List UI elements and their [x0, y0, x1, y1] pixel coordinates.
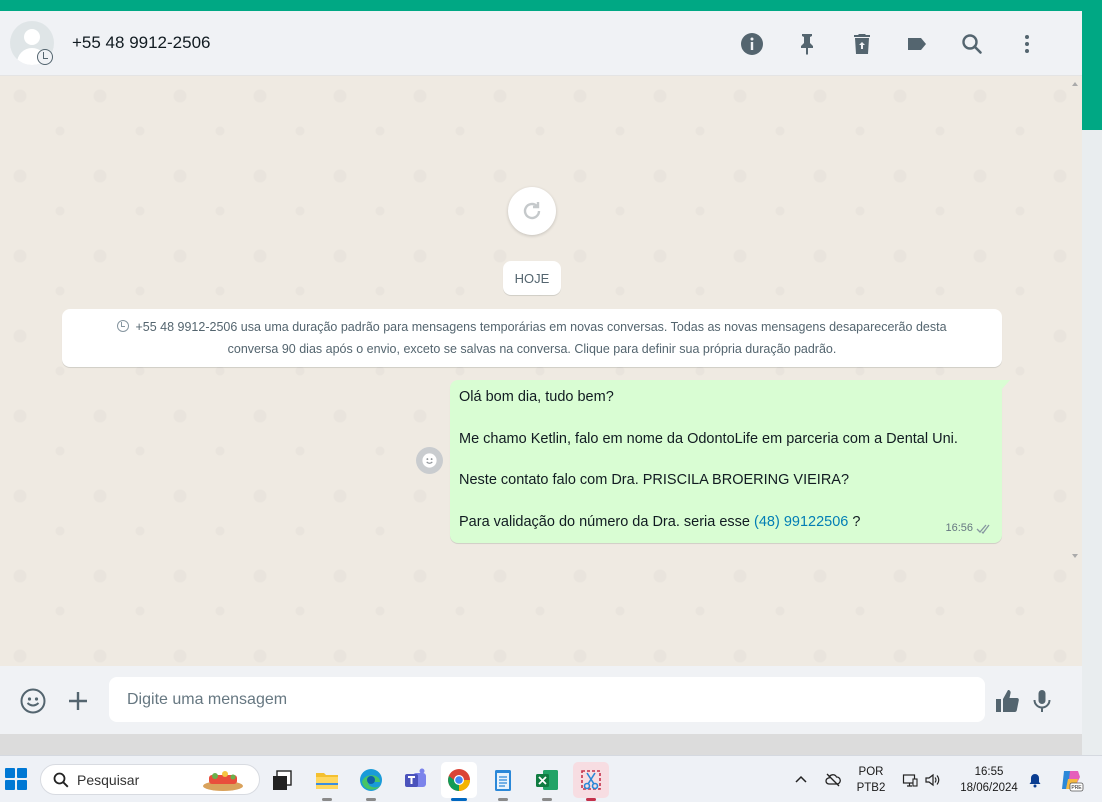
microphone-icon	[1033, 690, 1051, 712]
thumbs-up-button[interactable]	[992, 686, 1022, 716]
scroll-down-arrow[interactable]	[1072, 554, 1078, 558]
network-volume-tray[interactable]	[898, 756, 944, 802]
taskbar-edge[interactable]	[353, 762, 389, 801]
emoji-picker-button[interactable]	[18, 686, 48, 716]
taskbar-search-label: Pesquisar	[77, 771, 140, 788]
notepad-icon	[495, 770, 511, 791]
window-top-accent	[0, 0, 1102, 11]
timer-icon	[117, 320, 130, 332]
window-right-panel	[1082, 130, 1102, 755]
double-check-icon	[976, 524, 990, 534]
header-actions	[724, 29, 1054, 59]
copilot-button[interactable]: PRE	[1056, 756, 1086, 802]
start-button[interactable]	[5, 768, 27, 790]
clock-time: 16:55	[974, 765, 1004, 778]
taskbar-snipping-tool[interactable]	[573, 762, 609, 801]
scroll-up-arrow[interactable]	[1072, 82, 1078, 86]
taskbar-chrome[interactable]	[441, 762, 477, 801]
message-time: 16:56	[945, 522, 973, 534]
svg-text:PRE: PRE	[1071, 785, 1082, 791]
folder-icon	[316, 773, 338, 789]
language-indicator[interactable]: POR PTB2	[852, 756, 890, 802]
info-icon[interactable]	[724, 29, 779, 59]
taskbar-teams[interactable]	[397, 762, 433, 798]
excel-icon	[536, 770, 558, 790]
search-icon	[53, 772, 69, 787]
chevron-up-icon	[795, 775, 807, 783]
attach-button[interactable]	[63, 686, 93, 716]
notice-line-2: conversa 90 dias após o envio, exceto se…	[227, 342, 837, 356]
search-highlight-image	[203, 771, 243, 791]
react-emoji-button[interactable]	[416, 447, 443, 474]
message-line: Olá bom dia, tudo bem?	[459, 389, 614, 405]
taskbar-excel[interactable]	[529, 762, 565, 801]
copilot-icon: PRE	[1062, 770, 1084, 791]
label-icon[interactable]	[889, 29, 944, 59]
disappearing-messages-notice[interactable]: +55 48 9912-2506 usa uma duração padrão …	[62, 309, 1002, 367]
messages-panel[interactable]: HOJE +55 48 9912-2506 usa uma duração pa…	[0, 76, 1082, 666]
phone-number-link[interactable]: (48) 99122506	[754, 514, 848, 530]
taskbar-file-explorer[interactable]	[309, 762, 345, 801]
plus-icon	[69, 692, 87, 710]
task-view-icon	[273, 770, 292, 790]
volume-icon	[925, 773, 940, 786]
contact-name[interactable]: +55 48 9912-2506	[72, 33, 211, 53]
chat-header: +55 48 9912-2506	[0, 11, 1082, 76]
message-input[interactable]	[109, 677, 985, 722]
chat-window: +55 48 9912-2506 HOJE +55 48 9912-2506 u…	[0, 11, 1082, 734]
clock[interactable]: 16:55 18/06/2024	[952, 756, 1026, 802]
teams-icon	[405, 768, 426, 787]
message-line: Neste contato falo com Dra. PRISCILA BRO…	[459, 472, 850, 488]
cloud-offline-icon	[825, 773, 841, 786]
disappearing-timer-icon	[37, 49, 53, 65]
outgoing-message-bubble[interactable]: Olá bom dia, tudo bem? Me chamo Ketlin, …	[450, 380, 1010, 543]
compose-bar	[0, 666, 1082, 734]
voice-message-button[interactable]	[1027, 686, 1057, 716]
menu-dots-icon[interactable]	[999, 29, 1054, 59]
thumbs-up-icon	[996, 690, 1019, 712]
emoji-icon	[20, 688, 46, 714]
chrome-icon	[448, 769, 470, 791]
message-line: Para validação do número da Dra. seria e…	[459, 513, 861, 530]
notice-line-1: +55 48 9912-2506 usa uma duração padrão …	[135, 320, 947, 334]
taskbar-search[interactable]: Pesquisar	[40, 764, 260, 795]
onedrive-tray-button[interactable]	[822, 756, 844, 802]
notifications-button[interactable]	[1026, 756, 1044, 802]
network-icon	[902, 773, 918, 787]
window-right-accent	[1082, 11, 1102, 130]
date-separator: HOJE	[503, 261, 561, 295]
load-older-messages-button[interactable]	[508, 187, 556, 235]
snipping-tool-icon	[581, 770, 601, 790]
bell-icon	[1029, 773, 1041, 787]
refresh-icon	[523, 202, 541, 220]
trash-icon[interactable]	[834, 29, 889, 59]
message-line: Me chamo Ketlin, falo em nome da OdontoL…	[459, 430, 958, 447]
windows-taskbar: Pesquisar POR PTB2 16:55 18/06/2024 PRE	[0, 755, 1102, 802]
edge-icon	[360, 769, 382, 791]
search-icon[interactable]	[944, 29, 999, 59]
message-meta: 16:56	[945, 518, 992, 538]
smiley-icon	[422, 453, 437, 468]
taskbar-task-view[interactable]	[264, 762, 300, 798]
pin-icon[interactable]	[779, 29, 834, 59]
show-hidden-icons-button[interactable]	[792, 756, 810, 802]
taskbar-notepad[interactable]	[485, 762, 521, 801]
clock-date: 18/06/2024	[960, 781, 1018, 794]
